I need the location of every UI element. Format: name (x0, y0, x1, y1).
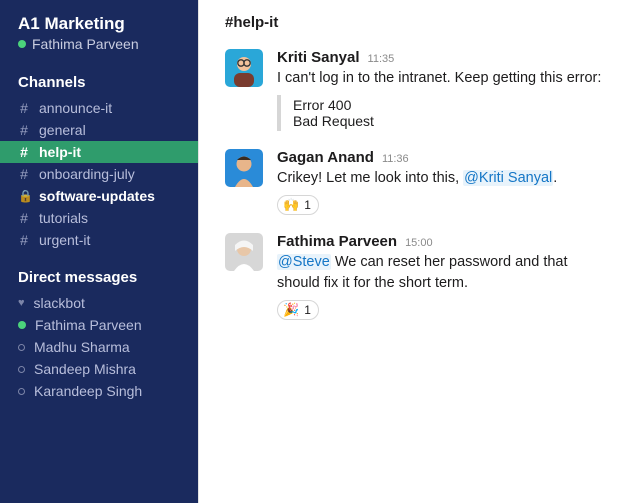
reaction[interactable]: 🙌 1 (277, 195, 319, 215)
channel-label: onboarding-july (39, 166, 135, 182)
presence-dot-icon (18, 40, 26, 48)
message-author[interactable]: Kriti Sanyal (277, 49, 360, 66)
mention[interactable]: @Kriti Sanyal (463, 170, 553, 186)
avatar[interactable] (225, 149, 263, 187)
avatar[interactable] (225, 49, 263, 87)
message-list: Kriti Sanyal 11:35 I can't log in to the… (199, 49, 633, 338)
hash-icon: # (18, 122, 30, 138)
message: Kriti Sanyal 11:35 I can't log in to the… (225, 49, 607, 131)
presence-dot-icon (18, 321, 26, 329)
message-author[interactable]: Fathima Parveen (277, 233, 397, 250)
reaction-count: 1 (304, 303, 311, 317)
message-quote: Error 400 Bad Request (277, 95, 607, 131)
message-text: Crikey! Let me look into this, @Kriti Sa… (277, 168, 607, 189)
channel-label: tutorials (39, 210, 88, 226)
dm-label: Karandeep Singh (34, 383, 142, 399)
channel-tutorials[interactable]: # tutorials (0, 207, 198, 229)
heart-icon: ♥ (18, 298, 25, 309)
message-text: @Steve We can reset her password and tha… (277, 252, 607, 294)
channel-onboarding-july[interactable]: # onboarding-july (0, 163, 198, 185)
hash-icon: # (18, 144, 30, 160)
channels-heading[interactable]: Channels (0, 70, 198, 97)
message: Gagan Anand 11:36 Crikey! Let me look in… (225, 149, 607, 215)
channel-urgent-it[interactable]: # urgent-it (0, 229, 198, 251)
reaction-count: 1 (304, 198, 311, 212)
current-user[interactable]: Fathima Parveen (0, 36, 198, 70)
dm-label: slackbot (34, 295, 85, 311)
channel-header-name: #help-it (225, 14, 278, 31)
mention[interactable]: @Steve (277, 254, 331, 270)
dm-madhu[interactable]: Madhu Sharma (0, 336, 198, 358)
presence-dot-icon (18, 344, 25, 351)
avatar[interactable] (225, 233, 263, 271)
channel-label: announce-it (39, 100, 112, 116)
dm-slackbot[interactable]: ♥ slackbot (0, 292, 198, 314)
channel-help-it[interactable]: # help-it (0, 141, 198, 163)
message-text: I can't log in to the intranet. Keep get… (277, 68, 607, 89)
dm-label: Fathima Parveen (35, 317, 142, 333)
hash-icon: # (18, 166, 30, 182)
hash-icon: # (18, 232, 30, 248)
dm-label: Madhu Sharma (34, 339, 130, 355)
channel-software-updates[interactable]: 🔒 software-updates (0, 185, 198, 207)
presence-dot-icon (18, 366, 25, 373)
channel-header[interactable]: #help-it (199, 0, 633, 49)
reaction-emoji-icon: 🎉 (283, 302, 299, 318)
workspace-name[interactable]: A1 Marketing (0, 14, 198, 36)
quote-line: Error 400 (293, 97, 607, 113)
channel-label: urgent-it (39, 232, 90, 248)
conversation-pane: #help-it Kriti Sanyal 11:35 I can't log … (198, 0, 633, 503)
hash-icon: # (18, 100, 30, 116)
reaction-emoji-icon: 🙌 (283, 197, 299, 213)
channel-label: software-updates (39, 188, 155, 204)
reaction[interactable]: 🎉 1 (277, 300, 319, 320)
quote-line: Bad Request (293, 113, 607, 129)
presence-dot-icon (18, 388, 25, 395)
lock-icon: 🔒 (18, 189, 30, 203)
dm-sandeep[interactable]: Sandeep Mishra (0, 358, 198, 380)
channel-label: help-it (39, 144, 81, 160)
message-time: 15:00 (405, 237, 433, 249)
channel-announce-it[interactable]: # announce-it (0, 97, 198, 119)
message-author[interactable]: Gagan Anand (277, 149, 374, 166)
channel-label: general (39, 122, 86, 138)
dm-heading[interactable]: Direct messages (0, 265, 198, 292)
dm-label: Sandeep Mishra (34, 361, 136, 377)
current-user-name: Fathima Parveen (32, 36, 139, 52)
dm-karandeep[interactable]: Karandeep Singh (0, 380, 198, 402)
channel-general[interactable]: # general (0, 119, 198, 141)
message-time: 11:36 (382, 153, 409, 165)
sidebar: A1 Marketing Fathima Parveen Channels # … (0, 0, 198, 503)
hash-icon: # (18, 210, 30, 226)
message-time: 11:35 (368, 53, 395, 65)
message: Fathima Parveen 15:00 @Steve We can rese… (225, 233, 607, 320)
dm-fathima[interactable]: Fathima Parveen (0, 314, 198, 336)
